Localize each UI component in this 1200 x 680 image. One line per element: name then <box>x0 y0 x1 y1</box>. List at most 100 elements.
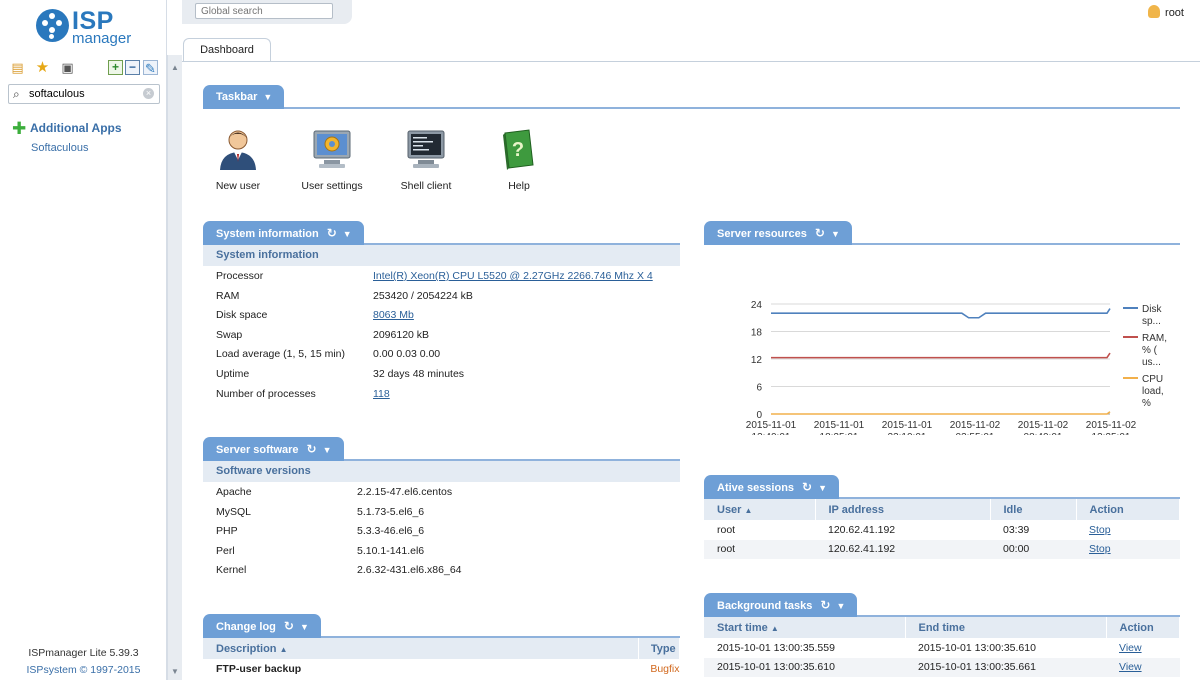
menu-group-additional-apps[interactable]: ✚ Additional Apps <box>12 120 122 137</box>
version-info: ISPmanager Lite 5.39.3 ISPsystem © 1997-… <box>0 645 167 679</box>
x-tick-label: 2015-11-02 <box>950 420 1001 431</box>
y-tick-label: 6 <box>756 383 762 394</box>
chevron-down-icon[interactable]: ▼ <box>300 615 309 639</box>
stop-session-link[interactable]: Stop <box>1089 524 1111 536</box>
software-row-mysql: MySQL 5.1.73-5.el6_6 <box>216 505 425 518</box>
table-row[interactable]: 2015-10-01 13:00:35.559 2015-10-01 13:00… <box>704 638 1180 658</box>
user-menu[interactable]: root <box>1148 5 1184 19</box>
refresh-icon[interactable]: ↻ <box>327 221 337 245</box>
clear-search-icon[interactable]: × <box>143 88 154 99</box>
taskbar-item-user-settings[interactable]: User settings <box>292 127 372 192</box>
column-header-idle[interactable]: Idle <box>990 499 1077 520</box>
taskbar-title-tab[interactable]: Taskbar ▼ <box>203 85 285 109</box>
legend-label: % ( <box>1142 345 1158 356</box>
system-information-title-tab[interactable]: System information ↻ ▼ <box>203 221 364 245</box>
legend-label: load, <box>1142 386 1164 397</box>
taskbar-item-new-user[interactable]: New user <box>198 127 278 192</box>
column-header-ip-address[interactable]: IP address <box>815 499 991 520</box>
sidebar: ISP manager ▤ ★ ▣ + − ✎ ⌕ × ✚Additional … <box>0 0 167 680</box>
column-header-type[interactable]: Type <box>638 638 680 659</box>
view-task-link[interactable]: View <box>1119 661 1142 673</box>
disk-space-link[interactable]: 8063 Mb <box>373 306 414 326</box>
table-row[interactable]: root 120.62.41.192 00:00 Stop <box>704 539 1180 560</box>
view-task-link[interactable]: View <box>1119 642 1142 654</box>
scroll-up-icon[interactable]: ▲ <box>171 63 179 72</box>
x-tick-label: 2015-11-02 <box>1018 420 1069 431</box>
sort-asc-icon: ▲ <box>770 623 779 633</box>
background-tasks-title-tab[interactable]: Background tasks ↻ ▼ <box>704 593 858 618</box>
expand-all-icon[interactable]: + <box>108 60 123 75</box>
menu-search-input[interactable] <box>29 87 139 101</box>
chevron-down-icon[interactable]: ▼ <box>831 222 840 246</box>
column-header-user[interactable]: User ▲ <box>704 499 816 520</box>
chevron-down-icon[interactable]: ▼ <box>818 476 827 500</box>
table-row[interactable]: root 120.62.41.192 03:39 Stop <box>704 520 1180 540</box>
processor-link[interactable]: Intel(R) Xeon(R) CPU L5520 @ 2.27GHz 226… <box>373 267 653 287</box>
global-search-input[interactable] <box>195 3 333 19</box>
server-software-title-tab[interactable]: Server software ↻ ▼ <box>203 437 344 461</box>
logo-manager-text: manager <box>72 30 132 47</box>
menu-item-softaculous[interactable]: Softaculous <box>31 142 88 154</box>
briefcase-icon[interactable]: ▣ <box>60 60 75 75</box>
legend-label: sp... <box>1142 316 1161 327</box>
software-row-kernel: Kernel 2.6.32-431.el6.x86_64 <box>216 564 462 577</box>
column-header-description[interactable]: Description ▲ <box>203 638 639 659</box>
refresh-icon[interactable]: ↻ <box>815 221 825 245</box>
active-sessions-title-tab[interactable]: Ative sessions ↻ ▼ <box>704 475 840 500</box>
column-header-action[interactable]: Action <box>1106 617 1180 638</box>
tab-dashboard[interactable]: Dashboard <box>183 38 271 62</box>
x-tick-label: 18:25:01 <box>820 432 859 435</box>
panel-title: Server software <box>216 444 299 456</box>
active-sessions-table: User ▲ IP address Idle Action root 120.6… <box>704 499 1180 560</box>
refresh-icon[interactable]: ↻ <box>284 614 294 638</box>
collapse-all-icon[interactable]: − <box>125 60 140 75</box>
taskbar-item-shell-client[interactable]: Shell client <box>386 127 466 192</box>
taskbar-item-label: Shell client <box>400 180 452 192</box>
favorites-star-icon[interactable]: ★ <box>35 60 50 75</box>
refresh-icon[interactable]: ↻ <box>307 437 317 461</box>
taskbar-item-help[interactable]: ? Help <box>479 127 559 192</box>
table-row[interactable]: FTP-user backup Bugfix <box>203 659 680 679</box>
change-type-badge: Bugfix <box>650 662 680 675</box>
user-icon <box>220 130 256 170</box>
server-resources-chart: 061218242015-11-0113:40:012015-11-0118:2… <box>746 300 1167 435</box>
refresh-icon[interactable]: ↻ <box>802 475 812 499</box>
pin-icon[interactable]: ✎ <box>143 60 158 76</box>
ispmanager-logo[interactable]: ISP manager <box>36 7 146 47</box>
processes-link[interactable]: 118 <box>373 385 390 405</box>
user-avatar-icon <box>1148 5 1161 18</box>
x-tick-label: 08:40:01 <box>1024 432 1063 435</box>
stop-session-link[interactable]: Stop <box>1089 543 1111 555</box>
active-sessions-header: Ative sessions ↻ ▼ <box>704 475 1180 499</box>
table-row[interactable]: 2015-10-01 13:00:35.610 2015-10-01 13:00… <box>704 657 1180 678</box>
change-log-title-tab[interactable]: Change log ↻ ▼ <box>203 614 321 638</box>
tree-view-icon[interactable]: ▤ <box>10 60 25 75</box>
chevron-down-icon[interactable]: ▼ <box>343 222 352 246</box>
taskbar-panel: Taskbar ▼ <box>203 85 1180 109</box>
product-version: ISPmanager Lite 5.39.3 <box>28 647 139 659</box>
background-tasks-header: Background tasks ↻ ▼ <box>704 593 1180 617</box>
change-log-header: Change log ↻ ▼ <box>203 614 680 638</box>
refresh-icon[interactable]: ↻ <box>820 593 830 617</box>
chevron-down-icon[interactable]: ▼ <box>836 594 845 618</box>
sidebar-scrollbar[interactable]: ▲ ▼ <box>167 55 182 680</box>
panel-title: System information <box>216 228 319 240</box>
background-tasks-panel: Background tasks ↻ ▼ Start time ▲ End time… <box>704 593 1180 678</box>
scroll-down-icon[interactable]: ▼ <box>171 667 179 676</box>
column-header-end-time[interactable]: End time <box>905 617 1107 638</box>
x-tick-label: 03:55:01 <box>956 432 995 435</box>
legend-label: RAM, <box>1142 333 1167 344</box>
x-tick-label: 2015-11-01 <box>746 420 797 431</box>
info-row-processor: Processor Intel(R) Xeon(R) CPU L5520 @ 2.… <box>203 267 680 287</box>
taskbar-header: Taskbar ▼ <box>203 85 1180 109</box>
copyright-link[interactable]: ISPsystem © 1997-2015 <box>0 662 167 679</box>
sort-asc-icon: ▲ <box>279 644 288 654</box>
server-resources-title-tab[interactable]: Server resources ↻ ▼ <box>704 221 852 245</box>
chevron-down-icon[interactable]: ▼ <box>263 85 272 109</box>
panel-title: Background tasks <box>717 600 813 612</box>
chevron-down-icon[interactable]: ▼ <box>323 438 332 462</box>
server-software-header: Server software ↻ ▼ <box>203 437 680 461</box>
x-tick-label: 13:25:01 <box>1092 432 1131 435</box>
column-header-action[interactable]: Action <box>1076 499 1180 520</box>
column-header-start-time[interactable]: Start time ▲ <box>704 617 906 638</box>
